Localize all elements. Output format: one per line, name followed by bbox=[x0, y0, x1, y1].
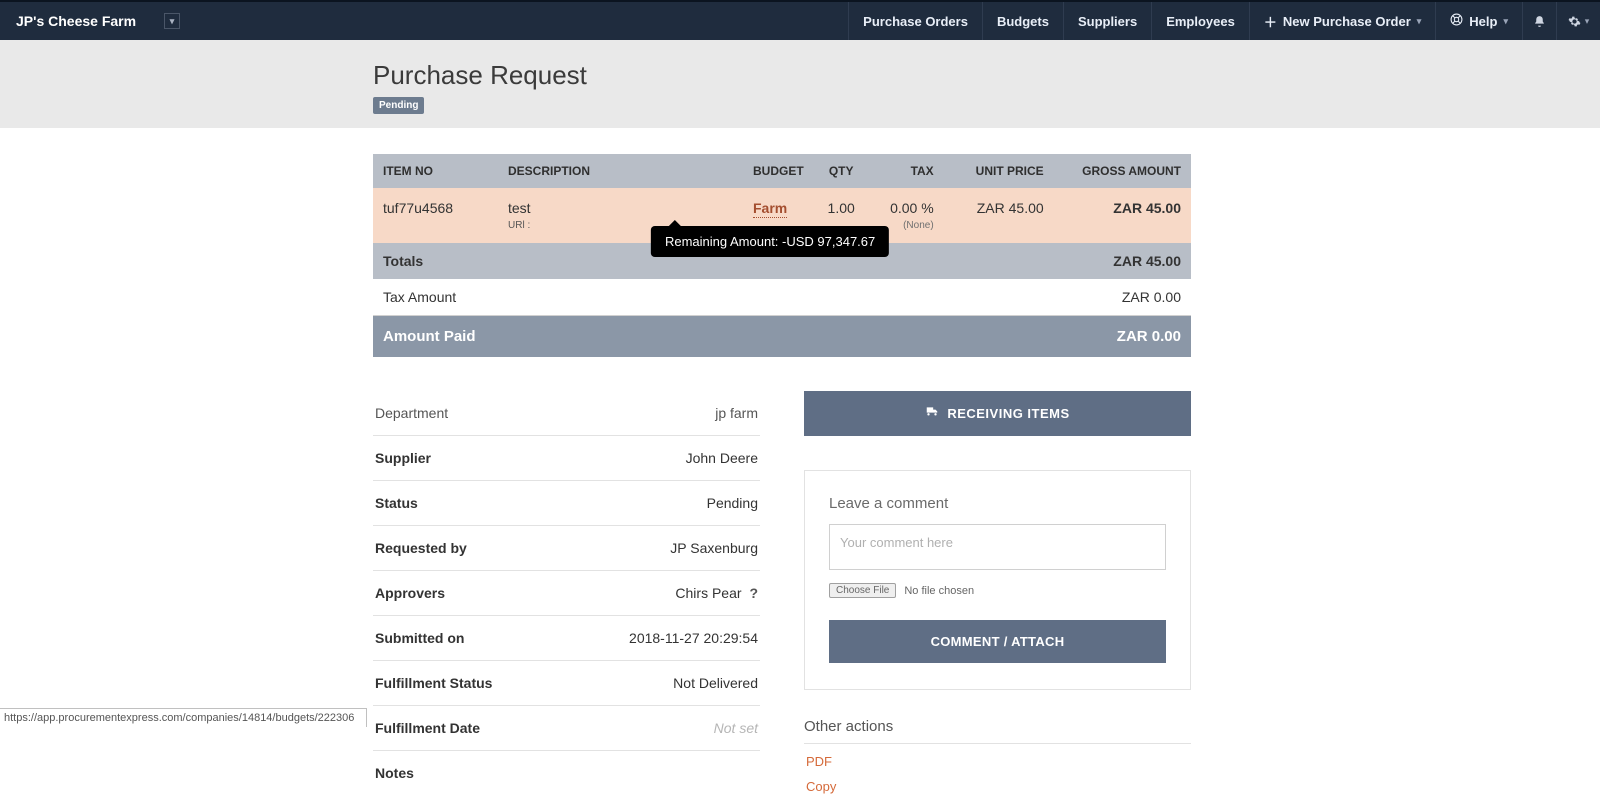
nav-purchase-orders[interactable]: Purchase Orders bbox=[848, 2, 982, 40]
choose-file-button[interactable]: Choose File bbox=[829, 583, 896, 598]
cell-gross: ZAR 45.00 bbox=[1054, 188, 1191, 243]
top-nav: JP's Cheese Farm ▾ Purchase Orders Budge… bbox=[0, 0, 1600, 40]
company-name: JP's Cheese Farm bbox=[16, 13, 136, 29]
comment-title: Leave a comment bbox=[829, 495, 1166, 512]
tax-row: Tax Amount ZAR 0.00 bbox=[373, 279, 1191, 316]
caret-down-icon: ▾ bbox=[164, 13, 180, 29]
detail-requested-by: Requested by JP Saxenburg bbox=[373, 526, 760, 571]
help-icon[interactable]: ? bbox=[749, 585, 758, 601]
items-table: ITEM NO DESCRIPTION BUDGET QTY TAX UNIT … bbox=[373, 154, 1191, 357]
caret-down-icon: ▾ bbox=[1585, 16, 1590, 27]
caret-down-icon: ▾ bbox=[1417, 16, 1422, 27]
nav-new-po[interactable]: ＋ New Purchase Order ▾ bbox=[1249, 2, 1435, 40]
truck-icon bbox=[925, 405, 939, 422]
company-selector[interactable]: JP's Cheese Farm ▾ bbox=[8, 13, 188, 29]
page-title: Purchase Request bbox=[373, 60, 1191, 91]
detail-approvers: Approvers Chirs Pear ? bbox=[373, 571, 760, 616]
detail-status: Status Pending bbox=[373, 481, 760, 526]
receiving-items-button[interactable]: RECEIVING ITEMS bbox=[804, 391, 1191, 436]
col-unit-price: UNIT PRICE bbox=[944, 154, 1054, 188]
comment-attach-button[interactable]: COMMENT / ATTACH bbox=[829, 620, 1166, 663]
detail-fulfillment-status: Fulfillment Status Not Delivered bbox=[373, 661, 760, 706]
file-status: No file chosen bbox=[904, 585, 974, 597]
caret-down-icon: ▾ bbox=[1503, 16, 1508, 27]
line-item: tuf77u4568 test URl : Farm Remaining Amo… bbox=[373, 188, 1191, 243]
action-copy[interactable]: Copy bbox=[804, 773, 1191, 798]
nav-employees[interactable]: Employees bbox=[1151, 2, 1249, 40]
detail-fulfillment-date: Fulfillment Date Not set bbox=[373, 706, 760, 751]
detail-department: Department jp farm bbox=[373, 391, 760, 436]
col-item-no: ITEM NO bbox=[373, 154, 498, 188]
status-bar-url: https://app.procurementexpress.com/compa… bbox=[0, 708, 367, 727]
notifications-icon[interactable] bbox=[1522, 2, 1556, 40]
page-header: Purchase Request Pending bbox=[0, 40, 1600, 128]
nav-suppliers[interactable]: Suppliers bbox=[1063, 2, 1151, 40]
detail-notes: Notes bbox=[373, 751, 760, 795]
detail-submitted-on: Submitted on 2018-11-27 20:29:54 bbox=[373, 616, 760, 661]
budget-link[interactable]: Farm bbox=[753, 200, 787, 218]
status-badge: Pending bbox=[373, 97, 424, 114]
col-tax: TAX bbox=[869, 154, 944, 188]
settings-icon[interactable]: ▾ bbox=[1556, 2, 1600, 40]
col-gross: GROSS AMOUNT bbox=[1054, 154, 1191, 188]
cell-unit-price: ZAR 45.00 bbox=[944, 188, 1054, 243]
cell-item-no: tuf77u4568 bbox=[373, 188, 498, 243]
nav-budgets[interactable]: Budgets bbox=[982, 2, 1063, 40]
action-pdf[interactable]: PDF bbox=[804, 744, 1191, 773]
life-ring-icon bbox=[1450, 13, 1463, 29]
budget-tooltip: Remaining Amount: -USD 97,347.67 bbox=[651, 226, 889, 257]
col-budget: BUDGET bbox=[743, 154, 814, 188]
cell-budget: Farm Remaining Amount: -USD 97,347.67 bbox=[743, 188, 814, 243]
col-qty: QTY bbox=[814, 154, 869, 188]
amount-paid-row: Amount Paid ZAR 0.00 bbox=[373, 316, 1191, 358]
details-panel: Department jp farm Supplier John Deere S… bbox=[373, 391, 760, 798]
detail-supplier: Supplier John Deere bbox=[373, 436, 760, 481]
nav-help[interactable]: Help ▾ bbox=[1435, 2, 1522, 40]
col-description: DESCRIPTION bbox=[498, 154, 743, 188]
plus-icon: ＋ bbox=[1264, 12, 1277, 31]
other-actions: Other actions PDF Copy bbox=[804, 718, 1191, 798]
comment-panel: Leave a comment Choose File No file chos… bbox=[804, 470, 1191, 690]
comment-input[interactable] bbox=[829, 524, 1166, 570]
other-actions-title: Other actions bbox=[804, 718, 1191, 744]
